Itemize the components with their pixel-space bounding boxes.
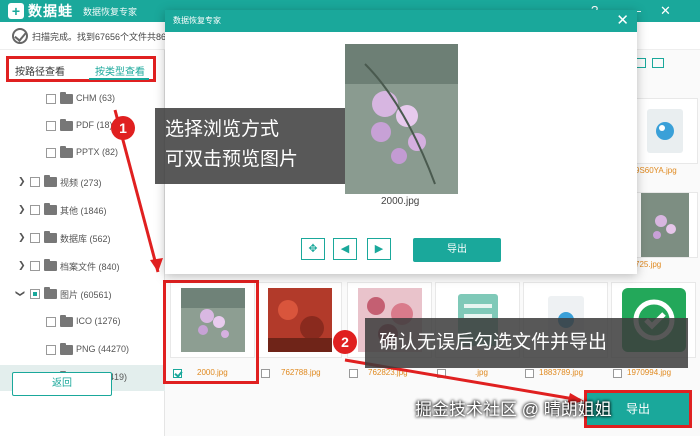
annotation-arrows	[113, 109, 584, 405]
step-badge-1: 1	[111, 116, 135, 140]
annotation-step2: 确认无误后勾选文件并导出	[365, 318, 688, 368]
annotation-line2: 可双击预览图片	[165, 149, 299, 170]
watermark-text: 掘金技术社区 @ 晴朗姐姐	[415, 400, 612, 419]
step-badge-2: 2	[333, 330, 357, 354]
annotation-step1: 选择浏览方式 可双击预览图片	[155, 108, 345, 184]
annotation-line1: 选择浏览方式	[165, 119, 280, 140]
